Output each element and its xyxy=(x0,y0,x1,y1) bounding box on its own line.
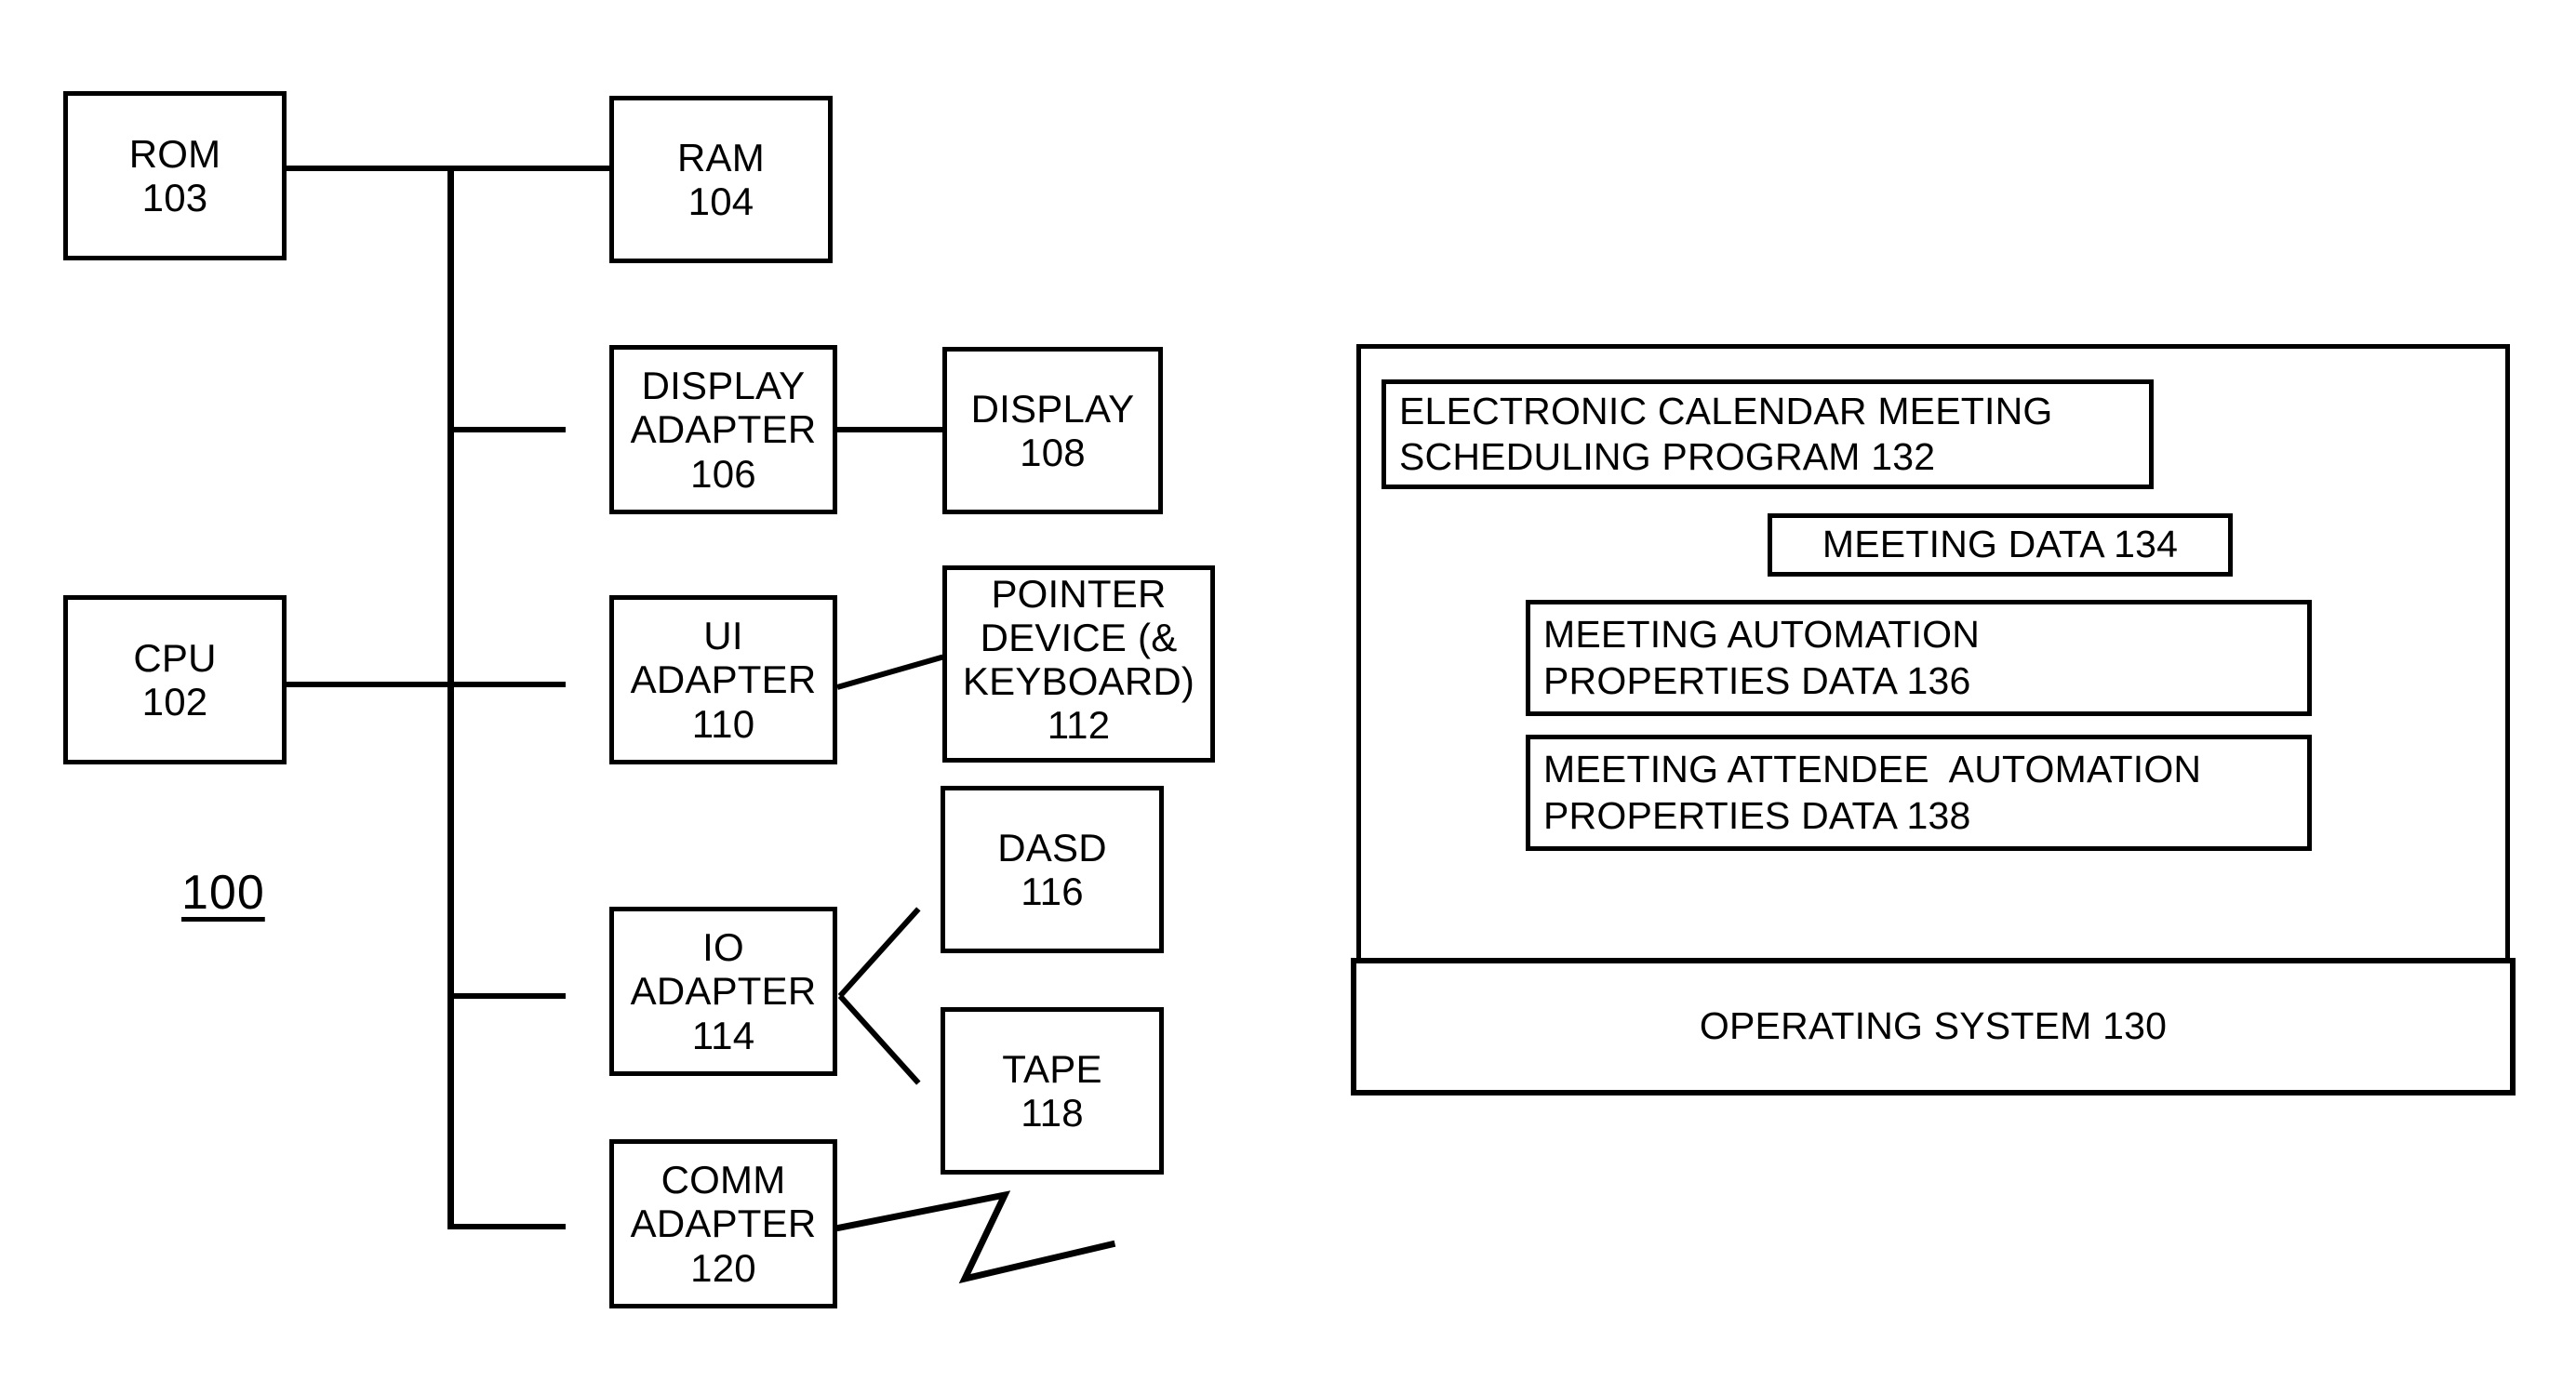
block-dasd[interactable]: DASD 116 xyxy=(941,786,1164,953)
panel-box-meeting-data[interactable]: MEETING DATA 134 xyxy=(1768,513,2233,577)
block-comm-adapter-line-2: 120 xyxy=(690,1245,756,1290)
block-rom-line-0: ROM xyxy=(128,131,221,176)
block-dasd-line-0: DASD xyxy=(997,825,1107,870)
panel-box-operating-system-line-0: OPERATING SYSTEM 130 xyxy=(1699,1004,2168,1048)
connector-display-adapter-to-display xyxy=(837,427,944,432)
block-pointer-device-line-2: KEYBOARD) xyxy=(962,659,1195,704)
block-pointer-device-line-1: DEVICE (& xyxy=(980,616,1178,660)
panel-box-meeting-automation-properties-line-1: PROPERTIES DATA 136 xyxy=(1543,658,1971,702)
block-ram[interactable]: RAM 104 xyxy=(609,96,833,263)
panel-box-scheduling-program-line-1: SCHEDULING PROGRAM 132 xyxy=(1399,435,1936,478)
block-pointer-device-line-3: 112 xyxy=(1047,703,1111,748)
block-tape[interactable]: TAPE 118 xyxy=(941,1007,1164,1175)
panel-box-meeting-attendee-automation-properties-line-0: MEETING ATTENDEE AUTOMATION xyxy=(1543,748,2202,791)
block-display-adapter-line-2: 106 xyxy=(690,451,756,496)
block-cpu[interactable]: CPU 102 xyxy=(63,595,287,764)
block-ui-adapter[interactable]: UI ADAPTER 110 xyxy=(609,595,837,764)
panel-box-scheduling-program-line-0: ELECTRONIC CALENDAR MEETING xyxy=(1399,389,2053,432)
block-pointer-device[interactable]: POINTER DEVICE (& KEYBOARD) 112 xyxy=(942,565,1215,763)
connector-bus-to-ui-adapter xyxy=(447,682,566,687)
block-ram-line-0: RAM xyxy=(677,135,765,179)
block-ui-adapter-line-2: 110 xyxy=(691,701,755,746)
block-pointer-device-line-0: POINTER xyxy=(991,572,1167,616)
patent-figure-block-diagram: ROM 103 RAM 104 DISPLAY ADAPTER 106 DISP… xyxy=(0,0,2576,1381)
panel-box-meeting-data-line-0: MEETING DATA 134 xyxy=(1822,523,2179,566)
block-display-line-1: 108 xyxy=(1020,431,1086,474)
connector-ui-adapter-to-pointer-device xyxy=(836,654,944,690)
connector-bus-to-comm-adapter xyxy=(447,1224,566,1229)
block-comm-adapter[interactable]: COMM ADAPTER 120 xyxy=(609,1139,837,1308)
block-io-adapter-line-0: IO xyxy=(702,925,744,970)
block-cpu-line-1: 102 xyxy=(141,680,208,724)
block-ui-adapter-line-0: UI xyxy=(703,614,743,658)
block-ui-adapter-line-1: ADAPTER xyxy=(630,657,817,702)
block-comm-adapter-line-0: COMM xyxy=(661,1158,786,1202)
block-io-adapter-line-2: 114 xyxy=(691,1013,755,1057)
connector-bus-to-display-adapter xyxy=(447,427,566,432)
block-display-adapter[interactable]: DISPLAY ADAPTER 106 xyxy=(609,345,837,514)
block-display-line-0: DISPLAY xyxy=(970,386,1135,431)
connector-cpu-to-bus xyxy=(284,682,451,687)
connector-io-adapter-to-tape xyxy=(837,993,921,1085)
block-comm-adapter-line-1: ADAPTER xyxy=(630,1202,817,1246)
block-rom-line-1: 103 xyxy=(141,176,208,219)
connector-bus-to-io-adapter xyxy=(447,993,566,999)
block-io-adapter[interactable]: IO ADAPTER 114 xyxy=(609,907,837,1076)
panel-box-scheduling-program[interactable]: ELECTRONIC CALENDAR MEETING SCHEDULING P… xyxy=(1381,379,2154,489)
block-display[interactable]: DISPLAY 108 xyxy=(942,347,1163,514)
block-tape-line-1: 118 xyxy=(1021,1091,1084,1135)
system-bus-vertical xyxy=(447,166,454,1229)
block-cpu-line-0: CPU xyxy=(133,635,217,680)
block-rom[interactable]: ROM 103 xyxy=(63,91,287,260)
block-display-adapter-line-1: ADAPTER xyxy=(630,407,817,452)
block-ram-line-1: 104 xyxy=(687,179,754,223)
connector-io-adapter-to-dasd xyxy=(837,907,921,999)
block-io-adapter-line-1: ADAPTER xyxy=(630,969,817,1014)
panel-box-meeting-automation-properties[interactable]: MEETING AUTOMATION PROPERTIES DATA 136 xyxy=(1526,600,2312,716)
panel-box-operating-system[interactable]: OPERATING SYSTEM 130 xyxy=(1351,958,2516,1096)
block-tape-line-0: TAPE xyxy=(1002,1046,1102,1091)
block-display-adapter-line-0: DISPLAY xyxy=(641,364,806,408)
panel-box-meeting-automation-properties-line-0: MEETING AUTOMATION xyxy=(1543,613,1981,657)
block-dasd-line-1: 116 xyxy=(1021,870,1084,913)
panel-box-meeting-attendee-automation-properties[interactable]: MEETING ATTENDEE AUTOMATION PROPERTIES D… xyxy=(1526,735,2312,851)
reference-numeral-100: 100 xyxy=(181,866,265,920)
panel-box-meeting-attendee-automation-properties-line-1: PROPERTIES DATA 138 xyxy=(1543,793,1971,837)
